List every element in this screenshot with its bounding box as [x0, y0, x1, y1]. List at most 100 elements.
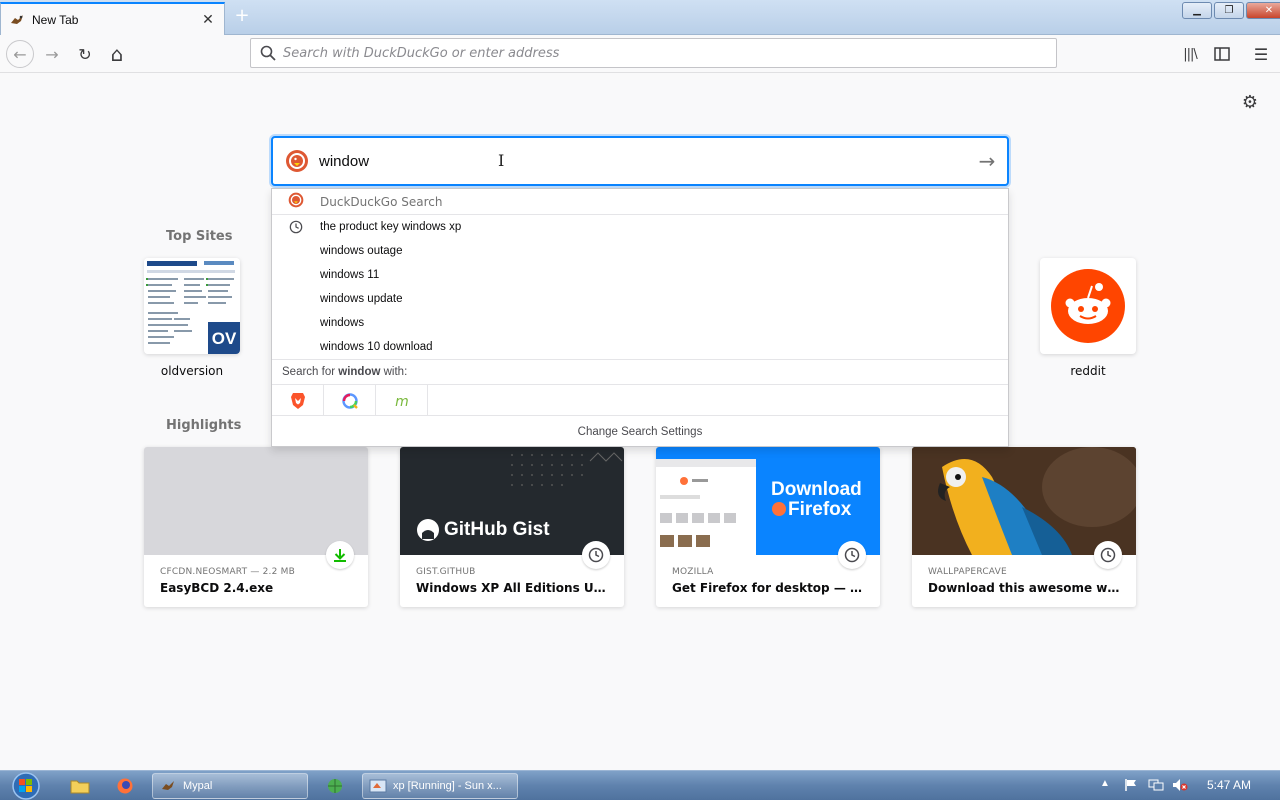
folder-icon	[70, 780, 90, 794]
search-submit-button[interactable]: →	[967, 149, 1007, 173]
forward-button[interactable]: →	[38, 40, 66, 68]
start-button[interactable]	[6, 771, 46, 800]
clock-icon	[582, 541, 610, 569]
svg-text:OV: OV	[212, 329, 237, 348]
sidebar-button[interactable]	[1208, 40, 1236, 68]
close-window-button[interactable]: ✕	[1246, 2, 1280, 19]
explorer-taskbar-button[interactable]	[70, 773, 92, 799]
top-site-label: oldversion	[160, 364, 224, 378]
download-icon	[326, 541, 354, 569]
tab-new-tab[interactable]: New Tab ✕	[0, 2, 225, 35]
one-off-engines: m	[272, 384, 1008, 416]
mojeek-icon: m	[395, 394, 409, 408]
tab-title: New Tab	[32, 12, 79, 27]
clock-icon	[1094, 541, 1122, 569]
suggestion-item[interactable]: windows outage	[272, 239, 1008, 263]
back-button[interactable]: ←	[6, 40, 34, 68]
highlight-title: Get Firefox for desktop — Mozil...	[672, 581, 864, 595]
highlight-title: EasyBCD 2.4.exe	[160, 581, 274, 595]
suggestion-spacer	[288, 267, 304, 283]
address-bar[interactable]	[250, 38, 1057, 68]
network-tray-icon[interactable]	[1148, 778, 1164, 795]
gear-icon[interactable]: ⚙	[1240, 93, 1260, 113]
highlight-card-wallpapercave[interactable]: WALLPAPERCAVE Download this awesome wall…	[912, 447, 1136, 607]
highlight-title: Windows XP All Editions Univers...	[416, 581, 608, 595]
highlights-title: Highlights	[166, 418, 242, 433]
mojeek-engine-button[interactable]: m	[376, 385, 428, 416]
highlight-card-firefox[interactable]: Download Firefox MOZILLA Get Firefox for…	[656, 447, 880, 607]
search-icon	[259, 44, 277, 62]
suggestion-spacer	[288, 315, 304, 331]
network-globe-icon	[328, 779, 342, 793]
firefox-taskbar-button[interactable]	[116, 773, 138, 799]
top-sites-title: Top Sites	[166, 229, 233, 244]
search-suggestions-dropdown: DuckDuckGo Search the product key window…	[271, 188, 1009, 447]
newtab-search-box[interactable]: window →	[271, 136, 1009, 186]
clock-icon	[838, 541, 866, 569]
mypal-favicon-icon	[9, 12, 25, 28]
mypal-taskbar-button[interactable]: Mypal	[152, 773, 308, 799]
change-search-settings-button[interactable]: Change Search Settings	[272, 417, 1008, 447]
address-input[interactable]	[283, 45, 1056, 61]
highlight-source: WALLPAPERCAVE	[928, 567, 1007, 577]
brave-engine-button[interactable]	[272, 385, 324, 416]
highlight-card-github-gist[interactable]: GitHub Gist GIST.GITHUB Windows XP All E…	[400, 447, 624, 607]
suggestion-item[interactable]: windows update	[272, 287, 1008, 311]
highlight-source: MOZILLA	[672, 567, 714, 577]
dropdown-engine-label: DuckDuckGo Search	[320, 194, 443, 209]
qwant-icon	[341, 392, 358, 409]
menu-button[interactable]: ☰	[1247, 40, 1275, 68]
show-hidden-icons-button[interactable]: ▲	[1100, 778, 1110, 789]
reload-button[interactable]: ↻	[71, 40, 99, 68]
mypal-icon	[162, 781, 174, 790]
library-button[interactable]: |||\	[1176, 40, 1204, 68]
qwant-engine-button[interactable]	[324, 385, 376, 416]
suggestion-item[interactable]: the product key windows xp	[272, 215, 1008, 239]
suggestion-item[interactable]: windows	[272, 311, 1008, 335]
highlight-thumbnail: Download Firefox	[656, 447, 880, 555]
svg-text:m: m	[395, 394, 409, 408]
top-site-label: reddit	[1070, 364, 1106, 378]
text-cursor-icon: I	[498, 151, 505, 170]
brave-icon	[290, 392, 305, 409]
highlight-thumbnail	[144, 447, 368, 555]
suggestion-text: windows update	[320, 293, 403, 305]
search-for-prefix: Search for	[282, 366, 339, 378]
suggestion-spacer	[288, 339, 304, 355]
windows-taskbar: Mypal xp [Running] - Sun x... ▲ 5:47 AM	[0, 770, 1280, 800]
highlight-thumbnail: GitHub Gist	[400, 447, 624, 555]
suggestion-text: windows outage	[320, 245, 403, 257]
duckduckgo-icon	[288, 192, 304, 212]
volume-muted-icon[interactable]	[1172, 778, 1188, 795]
taskbar-clock[interactable]: 5:47 AM	[1207, 778, 1251, 792]
action-center-flag-icon[interactable]	[1124, 778, 1138, 795]
virtualbox-taskbar-label: xp [Running] - Sun x...	[393, 780, 502, 792]
minimize-button[interactable]: ▁	[1182, 2, 1212, 19]
network-app-taskbar-button[interactable]	[326, 773, 348, 799]
home-button[interactable]: ⌂	[103, 40, 131, 68]
oldversion-thumbnail: OV	[144, 258, 240, 354]
sidebar-icon	[1214, 47, 1230, 61]
suggestion-text: windows 10 download	[320, 341, 433, 353]
virtualbox-taskbar-button[interactable]: xp [Running] - Sun x...	[362, 773, 518, 799]
mypal-taskbar-label: Mypal	[183, 780, 213, 792]
new-tab-button[interactable]: +	[232, 6, 252, 26]
windows-logo-icon	[12, 772, 40, 800]
suggestion-text: windows 11	[320, 269, 380, 281]
tab-strip: New Tab ✕ + ▁ ❐ ✕	[0, 0, 1280, 35]
reddit-logo-icon	[1040, 258, 1136, 354]
firefox-logo-icon	[772, 502, 786, 516]
suggestion-item[interactable]: windows 11	[272, 263, 1008, 287]
navigation-toolbar: ← → ↻ ⌂ |||\ ☰	[0, 35, 1280, 73]
suggestion-item[interactable]: windows 10 download	[272, 335, 1008, 359]
top-site-reddit[interactable]: reddit	[1040, 258, 1136, 378]
window-controls: ▁ ❐ ✕	[1180, 2, 1280, 20]
highlight-card-easybcd[interactable]: CFCDN.NEOSMART — 2.2 MB EasyBCD 2.4.exe	[144, 447, 368, 607]
download-image-text: Download	[771, 479, 862, 500]
highlight-source: CFCDN.NEOSMART — 2.2 MB	[160, 567, 295, 577]
top-site-oldversion[interactable]: OV oldversion	[144, 258, 240, 378]
restore-button[interactable]: ❐	[1214, 2, 1244, 19]
highlight-source: GIST.GITHUB	[416, 567, 476, 577]
search-input[interactable]: window	[319, 153, 967, 170]
tab-close-icon[interactable]: ✕	[200, 12, 216, 28]
